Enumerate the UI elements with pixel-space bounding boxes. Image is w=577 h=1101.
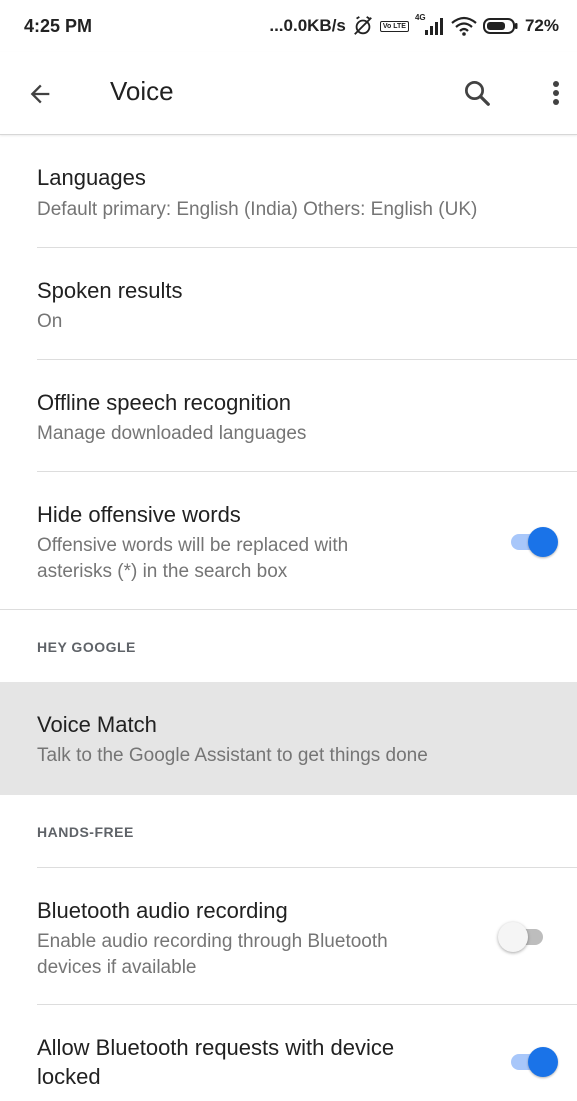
toggle-thumb	[498, 922, 528, 952]
divider	[0, 609, 577, 610]
search-icon	[465, 81, 490, 106]
hands-free-header: HANDS-FREE	[37, 824, 134, 840]
more-vert-icon	[553, 81, 559, 105]
app-bar: Voice	[0, 52, 577, 135]
bluetooth-locked-setting[interactable]: Allow Bluetooth requests with device loc…	[0, 1005, 577, 1101]
offline-speech-title: Offline speech recognition	[37, 390, 291, 415]
back-arrow-icon	[30, 84, 50, 104]
toggle-thumb	[528, 1047, 558, 1077]
bluetooth-locked-title-2: locked	[37, 1064, 101, 1089]
languages-title: Languages	[37, 165, 146, 190]
bluetooth-audio-toggle[interactable]	[498, 921, 548, 952]
bluetooth-audio-subtitle-1: Enable audio recording through Bluetooth	[37, 931, 388, 952]
status-icons: ...0.0KB/s Vo LTE 4G 72%	[269, 13, 559, 37]
bluetooth-audio-title: Bluetooth audio recording	[37, 898, 288, 923]
battery-percent: 72%	[524, 16, 559, 35]
hide-offensive-title: Hide offensive words	[37, 502, 241, 527]
voice-settings-screen: 4:25 PM ...0.0KB/s Vo LTE 4G 72% Voice L…	[0, 0, 577, 1101]
toggle-thumb	[528, 527, 558, 557]
bluetooth-audio-subtitle-2: devices if available	[37, 957, 197, 978]
offline-speech-setting[interactable]: Offline speech recognition Manage downlo…	[0, 360, 577, 471]
voice-match-setting[interactable]: Voice Match Talk to the Google Assistant…	[0, 682, 577, 795]
page-title: Voice	[110, 76, 174, 106]
spoken-results-setting[interactable]: Spoken results On	[0, 248, 577, 359]
hide-offensive-subtitle-1: Offensive words will be replaced with	[37, 535, 349, 556]
back-button[interactable]	[20, 74, 60, 114]
bluetooth-locked-toggle[interactable]	[508, 1046, 558, 1077]
signal-icon: 4G	[415, 13, 445, 37]
spoken-results-title: Spoken results	[37, 278, 183, 303]
hide-offensive-subtitle-2: asterisks (*) in the search box	[37, 561, 288, 582]
wifi-icon	[451, 16, 477, 36]
network-speed: ...0.0KB/s	[269, 16, 346, 35]
hey-google-header: HEY GOOGLE	[37, 639, 136, 655]
search-button[interactable]	[456, 72, 498, 114]
spoken-results-subtitle: On	[37, 311, 63, 332]
status-time: 4:25 PM	[24, 15, 93, 36]
alarm-off-icon	[352, 15, 374, 37]
status-bar: 4:25 PM ...0.0KB/s Vo LTE 4G 72%	[0, 0, 577, 52]
volte-icon: Vo LTE	[379, 20, 409, 32]
languages-subtitle: Default primary: English (India) Others:…	[37, 199, 478, 220]
languages-setting[interactable]: Languages Default primary: English (Indi…	[0, 135, 577, 247]
hide-offensive-setting[interactable]: Hide offensive words Offensive words wil…	[0, 472, 577, 609]
voice-match-subtitle: Talk to the Google Assistant to get thin…	[37, 745, 428, 766]
bluetooth-locked-title-1: Allow Bluetooth requests with device	[37, 1035, 395, 1060]
more-options-button[interactable]	[538, 72, 574, 114]
voice-match-title: Voice Match	[37, 712, 157, 737]
offline-speech-subtitle: Manage downloaded languages	[37, 423, 307, 444]
bluetooth-audio-setting[interactable]: Bluetooth audio recording Enable audio r…	[0, 868, 577, 1004]
battery-icon	[482, 17, 519, 35]
hide-offensive-toggle[interactable]	[508, 526, 558, 557]
